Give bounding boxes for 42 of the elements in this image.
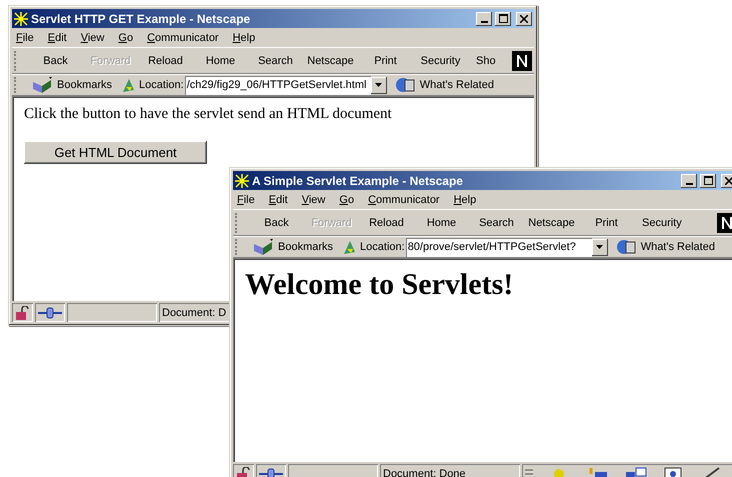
bookmarks-button[interactable]: Bookmarks xyxy=(57,79,112,91)
toolbar-button[interactable]: Security xyxy=(413,54,468,66)
toolbar-button[interactable]: Netscape xyxy=(303,54,358,66)
menu-item[interactable]: File xyxy=(16,32,34,44)
bookmarks-button[interactable]: Bookmarks xyxy=(278,241,334,253)
whats-related-button[interactable]: What's Related xyxy=(420,79,494,91)
menu-item[interactable]: Help xyxy=(454,194,476,206)
status-text: Document: D xyxy=(162,306,226,318)
url-field[interactable]: 80/prove/servlet/HTTPGetServlet? xyxy=(406,238,592,256)
window-title: Servlet HTTP GET Example - Netscape xyxy=(31,12,252,26)
menu-item[interactable]: Go xyxy=(339,194,354,206)
toolbar-button[interactable]: Sho xyxy=(468,54,504,66)
menu-item[interactable]: Edit xyxy=(48,32,67,44)
toolbar-button[interactable]: Print xyxy=(358,54,413,66)
menu-item[interactable]: Edit xyxy=(268,194,288,206)
toolbar-button[interactable]: Reload xyxy=(359,216,414,228)
window-title: A Simple Servlet Example - Netscape xyxy=(252,174,464,188)
location-label: Location: xyxy=(139,79,184,91)
toolbar-button[interactable]: Back xyxy=(249,216,304,228)
toolbar-button[interactable]: Security xyxy=(634,216,690,228)
toolbar-button[interactable]: Netscape xyxy=(524,216,579,228)
url-field[interactable]: /ch29/fig29_06/HTTPGetServlet.html xyxy=(184,76,371,94)
menu-item[interactable]: View xyxy=(80,32,104,44)
status-text: Document: Done xyxy=(383,468,466,477)
toolbar-button[interactable]: Reload xyxy=(138,54,193,66)
menu-item[interactable]: View xyxy=(302,194,326,206)
menu-item[interactable]: Help xyxy=(232,32,256,44)
toolbar-button[interactable]: Search xyxy=(248,54,303,66)
toolbar-button[interactable]: Back xyxy=(28,54,83,66)
toolbar-button[interactable]: Home xyxy=(193,54,248,66)
whats-related-button[interactable]: What's Related xyxy=(640,241,715,253)
location-label: Location: xyxy=(360,241,405,253)
menu-item[interactable]: Communicator xyxy=(368,194,440,206)
page-heading: Welcome to Servlets! xyxy=(245,268,514,302)
toolbar-button[interactable]: Home xyxy=(414,216,469,228)
menu-item[interactable]: Go xyxy=(118,32,134,44)
menu-item[interactable]: Communicator xyxy=(147,32,219,44)
toolbar-button[interactable]: Search xyxy=(469,216,524,228)
menu-item[interactable]: File xyxy=(237,194,255,206)
toolbar-button[interactable]: Print xyxy=(579,216,634,228)
page-text: Click the button to have the servlet send an HTML document xyxy=(24,106,392,123)
get-document-button[interactable]: Get HTML Document xyxy=(24,141,207,164)
